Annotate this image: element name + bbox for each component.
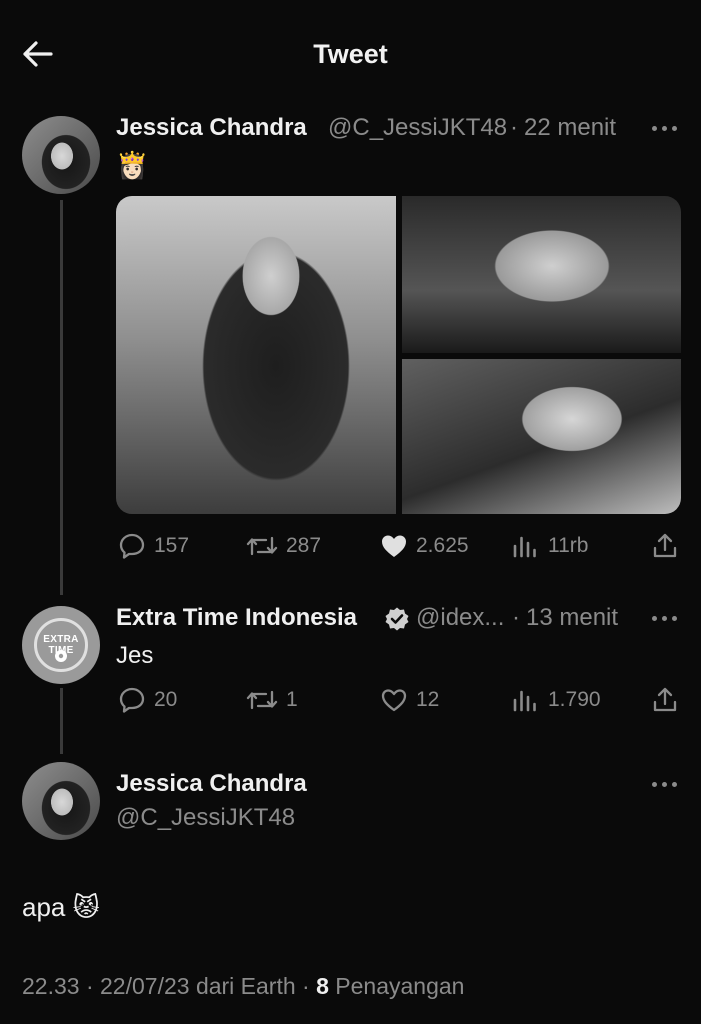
retweet-button[interactable]: 1 (246, 686, 316, 714)
like-count: 12 (416, 688, 440, 711)
retweet-count: 287 (286, 534, 322, 557)
verified-badge-icon (385, 607, 409, 631)
media-photo-2[interactable] (402, 196, 681, 353)
heart-filled-icon (382, 535, 406, 557)
reply-count: 157 (154, 534, 190, 557)
top-bar: Tweet (0, 0, 701, 110)
meta-separator: · (510, 114, 518, 141)
footer-separator: · (85, 973, 94, 999)
media-photo-1[interactable] (116, 196, 396, 514)
reply-text: Jes (116, 642, 154, 669)
reply-time[interactable]: 13 menit (526, 604, 618, 632)
focused-tweet-text: apa 😾 (22, 892, 100, 922)
views-button[interactable]: 1.790 (512, 686, 602, 714)
reply-avatar[interactable]: EXTRA TIME (22, 606, 100, 684)
views-chart-icon (513, 690, 536, 712)
avatar[interactable] (22, 116, 100, 194)
avatar[interactable] (22, 762, 100, 840)
ball-icon (55, 650, 67, 662)
retweet-button[interactable]: 287 (246, 532, 336, 560)
views-count: 11rb (548, 534, 589, 557)
tweet-time[interactable]: 22.33 (22, 973, 80, 999)
share-button[interactable] (651, 532, 679, 560)
meta-separator: · (512, 604, 520, 631)
tweet-time[interactable]: 22 menit (524, 114, 616, 142)
reply-author-name[interactable]: Extra Time Indonesia (116, 604, 357, 632)
more-options-button[interactable] (652, 124, 678, 132)
page-title: Tweet (313, 39, 388, 69)
like-button[interactable]: 12 (380, 686, 450, 714)
retweet-icon (246, 690, 278, 710)
like-count: 2.625 (416, 534, 469, 557)
retweet-count: 1 (286, 688, 298, 711)
thread-line (60, 688, 63, 754)
tweet-date[interactable]: 22/07/23 (100, 973, 190, 999)
reply-icon (119, 533, 145, 559)
author-name[interactable]: Jessica Chandra (116, 114, 307, 142)
reply-button[interactable]: 157 (118, 532, 198, 560)
views-label[interactable]: Penayangan (335, 973, 464, 999)
share-icon (653, 687, 677, 712)
media-photo-3[interactable] (402, 359, 681, 514)
reply-icon (119, 687, 145, 713)
tweet-text: 👸🏻 (116, 150, 149, 180)
views-total: 8 (316, 973, 329, 999)
heart-outline-icon (381, 689, 407, 712)
reply-count: 20 (154, 688, 178, 711)
reply-handle[interactable]: @idex... (416, 604, 504, 632)
tweet-header: Jessica Chandra @C_JessiJKT48 · 22 menit (116, 114, 656, 146)
footer-separator: · (302, 973, 310, 999)
more-options-button[interactable] (652, 614, 678, 622)
like-button[interactable]: 2.625 (380, 532, 480, 560)
share-button[interactable] (651, 686, 679, 714)
share-icon (653, 533, 677, 558)
retweet-icon (246, 536, 278, 556)
views-chart-icon (513, 536, 536, 558)
author-name[interactable]: Jessica Chandra (116, 770, 307, 798)
tweet-footer: 22.33 · 22/07/23 dari Earth · 8 Penayang… (22, 973, 464, 1000)
more-options-button[interactable] (652, 780, 678, 788)
views-button[interactable]: 11rb (512, 532, 592, 560)
thread-line (60, 200, 63, 595)
author-handle[interactable]: @C_JessiJKT48 (328, 114, 507, 142)
author-handle[interactable]: @C_JessiJKT48 (116, 804, 295, 832)
reply-header: Extra Time Indonesia @idex... · 13 menit (116, 604, 656, 636)
reply-button[interactable]: 20 (118, 686, 198, 714)
tweet-source: dari Earth (195, 973, 296, 999)
views-count: 1.790 (548, 688, 601, 711)
